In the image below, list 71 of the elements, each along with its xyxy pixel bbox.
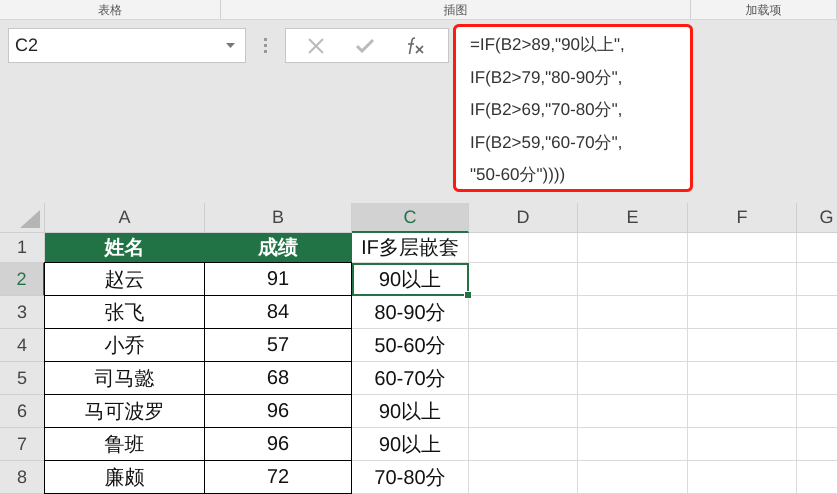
empty-cell[interactable] [578,263,688,296]
empty-cell[interactable] [578,395,688,428]
ribbon-group-label: 插图 [220,0,692,19]
empty-cell[interactable] [469,329,578,362]
table-cell[interactable]: 70-80分 [352,461,469,494]
empty-cell[interactable] [469,395,578,428]
formula-line: =IF(B2>89,"90以上", [470,34,626,56]
select-all-button[interactable] [0,203,45,233]
cancel-icon[interactable] [308,38,324,54]
formula-line: IF(B2>79,"80-90分", [470,66,624,88]
formula-line: IF(B2>69,"70-80分", [470,99,624,121]
empty-cell[interactable] [688,329,797,362]
grip-icon[interactable] [264,38,267,53]
empty-cell[interactable] [469,428,578,461]
formula-field[interactable]: =IF(B2>89,"90以上", IF(B2>79,"80-90分", IF(B2>69,"70-80分", IF(B2>59,"60-70分", "50-60分")))) [453,24,693,192]
empty-cell[interactable] [688,428,797,461]
empty-cell[interactable] [578,362,688,395]
function-icon[interactable] [406,36,426,54]
name-box[interactable]: C2 [8,28,246,63]
empty-cell[interactable] [688,461,797,494]
empty-cell[interactable] [469,461,578,494]
column-header[interactable]: D [469,203,578,233]
table-cell[interactable]: 廉颇 [44,460,205,494]
row-header[interactable]: 5 [0,362,45,395]
select-all-icon[interactable] [20,210,40,228]
table-cell[interactable]: 50-60分 [352,329,469,362]
header-cell[interactable]: IF多层嵌套 [352,233,469,263]
row-header[interactable]: 3 [0,296,45,329]
table-cell[interactable]: 90以上 [352,428,469,461]
row-header[interactable]: 1 [0,233,45,263]
table-cell[interactable]: 90以上 [352,395,469,428]
table-cell[interactable]: 72 [204,460,352,494]
row-header[interactable]: 7 [0,428,45,461]
row-header[interactable]: 6 [0,395,45,428]
empty-cell[interactable] [469,263,578,296]
empty-cell[interactable] [578,296,688,329]
empty-cell[interactable] [578,461,688,494]
empty-cell[interactable] [688,233,797,263]
empty-cell[interactable] [469,296,578,329]
table-cell[interactable]: 80-90分 [352,296,469,329]
checkmark-icon[interactable] [356,38,374,52]
empty-cell[interactable] [688,263,797,296]
cell-reference: C2 [15,35,38,56]
ribbon-group-label: 表格 [0,0,221,19]
column-header[interactable]: F [688,203,797,233]
column-header[interactable]: G [797,203,837,233]
dropdown-caret-icon[interactable] [226,43,235,48]
column-header[interactable]: E [578,203,688,233]
formula-line: "50-60分")))) [470,164,566,186]
empty-cell[interactable] [578,233,688,263]
column-header[interactable]: B [205,203,352,233]
formula-line: IF(B2>59,"60-70分", [470,132,624,154]
table-cell[interactable]: 91 [204,262,352,296]
row-header[interactable]: 8 [0,461,45,494]
fill-handle[interactable] [464,291,472,299]
row-header[interactable]: 4 [0,329,45,362]
table-cell[interactable]: 60-70分 [352,362,469,395]
header-cell[interactable]: 成绩 [205,233,352,263]
empty-cell[interactable] [688,395,797,428]
column-header[interactable]: C [352,203,469,233]
table-cell[interactable]: 90以上 [352,263,469,296]
empty-cell[interactable] [469,362,578,395]
column-header[interactable]: A [45,203,205,233]
row-header[interactable]: 2 [0,263,45,296]
ribbon-group-label: 加载项 [691,0,837,19]
header-cell[interactable]: 姓名 [45,233,205,263]
empty-cell[interactable] [578,329,688,362]
empty-cell[interactable] [578,428,688,461]
table-cell[interactable]: 赵云 [44,262,205,296]
empty-cell[interactable] [688,362,797,395]
empty-cell[interactable] [688,296,797,329]
